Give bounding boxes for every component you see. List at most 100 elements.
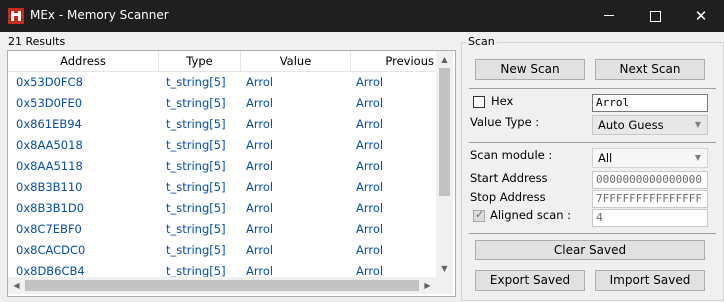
table-row[interactable]: 0x8AA5118 t_string[5] Arrol Arrol [8,156,436,177]
cell-value: Arrol [246,75,274,89]
horizontal-scrollbar[interactable]: ◀ ▶ [8,277,436,294]
close-button[interactable]: ✕ [678,0,724,32]
alignment-input[interactable]: 4 [592,209,708,227]
aligned-scan-checkbox[interactable] [473,208,485,222]
vertical-scrollbar[interactable]: ▲ ▼ [436,51,453,277]
clear-saved-button[interactable]: Clear Saved [475,240,705,260]
scan-module-select[interactable]: All ▼ [592,148,708,168]
results-count: 21 Results [8,35,66,48]
cell-address: 0x53D0FC8 [16,75,83,89]
horizontal-scroll-thumb[interactable] [25,280,419,291]
scroll-right-arrow-icon[interactable]: ▶ [419,277,436,294]
separator [469,233,716,234]
table-row[interactable]: 0x53D0FC8 t_string[5] Arrol Arrol [8,72,436,93]
scrollbar-corner [436,277,453,294]
next-scan-button[interactable]: Next Scan [595,59,705,80]
column-header-previous[interactable]: Previous [351,51,436,71]
cell-address: 0x8B3B1D0 [16,201,85,215]
cell-value: Arrol [246,117,274,131]
stop-address-label: Stop Address [470,190,546,204]
cell-address: 0x8AA5118 [16,159,83,173]
cell-type: t_string[5] [166,201,226,215]
new-scan-button[interactable]: New Scan [475,59,585,80]
cell-value: Arrol [246,264,274,278]
cell-previous: Arrol [356,201,384,215]
scroll-down-arrow-icon[interactable]: ▼ [436,260,453,277]
cell-previous: Arrol [356,159,384,173]
cell-previous: Arrol [356,264,384,278]
cell-previous: Arrol [356,180,384,194]
cell-type: t_string[5] [166,180,226,194]
cell-type: t_string[5] [166,138,226,152]
start-address-label: Start Address [470,171,548,185]
hex-label: Hex [491,94,514,108]
table-row[interactable]: 0x8CACDC0 t_string[5] Arrol Arrol [8,240,436,261]
list-header: Address Type Value Previous [8,51,436,72]
column-header-value[interactable]: Value [241,51,351,71]
cell-address: 0x861EB94 [16,117,82,131]
cell-previous: Arrol [356,138,384,152]
table-row[interactable]: 0x8AA5018 t_string[5] Arrol Arrol [8,135,436,156]
app-logo-icon [8,8,24,24]
start-address-input[interactable]: 0000000000000000 [592,171,708,189]
import-saved-button[interactable]: Import Saved [595,270,705,291]
value-type-label: Value Type : [470,115,540,129]
hex-checkbox[interactable] [473,96,485,108]
table-row[interactable]: 0x53D0FE0 t_string[5] Arrol Arrol [8,93,436,114]
results-list[interactable]: Address Type Value Previous 0x53D0FC8 t_… [7,50,456,297]
export-saved-button[interactable]: Export Saved [475,270,585,291]
cell-value: Arrol [246,96,274,110]
separator [469,88,716,89]
maximize-icon [650,11,661,22]
chevron-down-icon: ▼ [694,153,701,162]
minimize-button[interactable] [586,0,632,32]
cell-type: t_string[5] [166,75,226,89]
table-row[interactable]: 0x8B3B1D0 t_string[5] Arrol Arrol [8,198,436,219]
cell-value: Arrol [246,201,274,215]
cell-address: 0x53D0FE0 [16,96,83,110]
cell-address: 0x8B3B110 [16,180,83,194]
cell-previous: Arrol [356,96,384,110]
cell-previous: Arrol [356,75,384,89]
value-type-select[interactable]: Auto Guess ▼ [592,115,708,135]
scroll-left-arrow-icon[interactable]: ◀ [8,277,25,294]
table-row[interactable]: 0x861EB94 t_string[5] Arrol Arrol [8,114,436,135]
scan-module-selected: All [598,151,613,165]
cell-type: t_string[5] [166,117,226,131]
scan-module-label: Scan module : [470,148,553,162]
cell-address: 0x8AA5018 [16,138,83,152]
cell-value: Arrol [246,180,274,194]
scan-group-label: Scan [466,35,497,48]
chevron-down-icon: ▼ [694,120,701,129]
minimize-icon [604,15,614,16]
cell-type: t_string[5] [166,243,226,257]
maximize-button[interactable] [632,0,678,32]
cell-type: t_string[5] [166,159,226,173]
cell-type: t_string[5] [166,96,226,110]
value-type-selected: Auto Guess [598,118,664,132]
cell-type: t_string[5] [166,222,226,236]
close-icon: ✕ [694,7,708,25]
column-header-type[interactable]: Type [159,51,241,71]
search-value-input[interactable]: Arrol [592,94,708,112]
cell-previous: Arrol [356,222,384,236]
title-bar[interactable]: MEx - Memory Scanner ✕ [0,0,724,32]
cell-previous: Arrol [356,117,384,131]
cell-previous: Arrol [356,243,384,257]
column-header-address[interactable]: Address [8,51,159,71]
cell-address: 0x8DB6CB4 [16,264,85,278]
cell-type: t_string[5] [166,264,226,278]
stop-address-input[interactable]: 7FFFFFFFFFFFFFFF [592,190,708,208]
cell-value: Arrol [246,243,274,257]
table-row[interactable]: 0x8C7EBF0 t_string[5] Arrol Arrol [8,219,436,240]
vertical-scroll-thumb[interactable] [439,68,450,196]
table-row[interactable]: 0x8B3B110 t_string[5] Arrol Arrol [8,177,436,198]
cell-address: 0x8CACDC0 [16,243,86,257]
cell-value: Arrol [246,222,274,236]
window-title: MEx - Memory Scanner [30,8,169,22]
cell-value: Arrol [246,159,274,173]
cell-value: Arrol [246,138,274,152]
separator [469,142,716,143]
aligned-scan-label: Aligned scan : [490,208,572,222]
scroll-up-arrow-icon[interactable]: ▲ [436,51,453,68]
